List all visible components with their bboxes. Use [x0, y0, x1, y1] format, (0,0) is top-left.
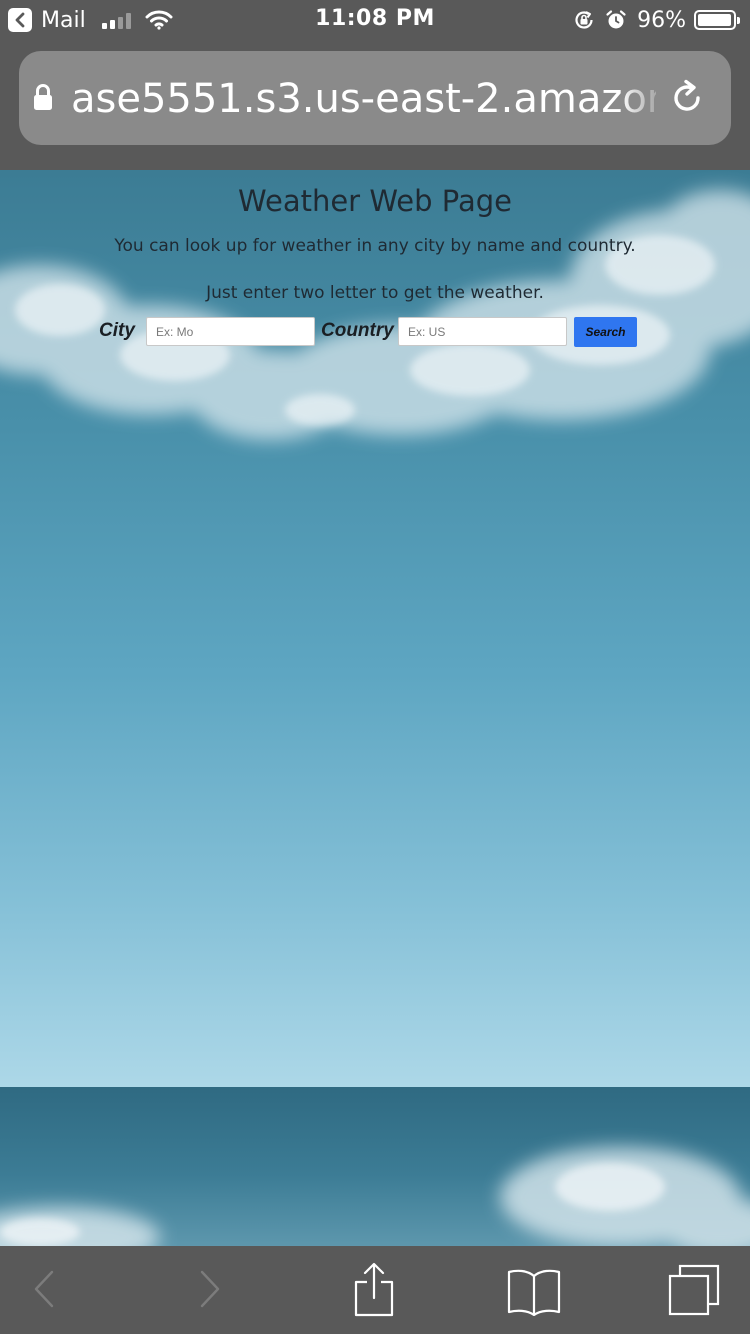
web-content: Weather Web Page You can look up for wea… — [0, 170, 750, 1246]
search-button[interactable]: Search — [574, 317, 637, 347]
country-label: Country — [321, 320, 394, 341]
battery-percentage: 96% — [637, 7, 686, 33]
bookmarks-icon[interactable] — [506, 1266, 562, 1316]
share-icon[interactable] — [352, 1262, 396, 1318]
rotation-lock-icon — [575, 11, 593, 29]
instruction-text: Just enter two letter to get the weather… — [206, 283, 544, 303]
reload-icon[interactable] — [669, 79, 705, 117]
tabs-icon[interactable] — [666, 1264, 722, 1316]
city-label: City — [99, 320, 135, 341]
url-fade — [619, 51, 669, 145]
cloud-decoration-bottom — [0, 1147, 750, 1246]
back-icon[interactable] — [30, 1264, 58, 1314]
status-right: 96% — [573, 7, 740, 33]
address-bar[interactable]: ase5551.s3.us-east-2.amazonaws.com — [19, 51, 731, 145]
alarm-icon — [606, 10, 626, 29]
forward-icon[interactable] — [196, 1264, 224, 1314]
intro-text: You can look up for weather in any city … — [114, 236, 636, 256]
battery-icon — [694, 10, 740, 30]
lock-icon — [34, 84, 52, 110]
battery-fill — [698, 14, 731, 26]
battery-tip — [737, 17, 740, 24]
country-input[interactable] — [398, 317, 567, 346]
browser-toolbar — [0, 1246, 750, 1334]
url-text[interactable]: ase5551.s3.us-east-2.amazonaws.com — [71, 76, 656, 122]
weather-search-form: City Country Search — [0, 316, 750, 348]
browser-header: ase5551.s3.us-east-2.amazonaws.com — [0, 40, 750, 170]
page-title: Weather Web Page — [238, 184, 512, 218]
status-bar: Mail 11:08 PM 96% — [0, 0, 750, 40]
city-input[interactable] — [146, 317, 315, 346]
